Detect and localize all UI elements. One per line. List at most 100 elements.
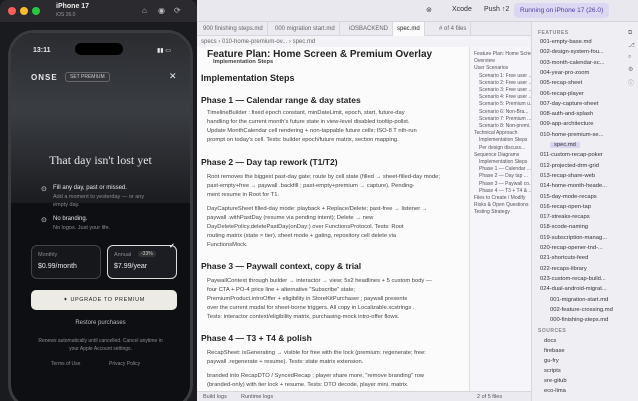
sidebar-item[interactable]: 005-recap-sheet (540, 80, 582, 86)
build-logs-button[interactable]: Build logs (203, 392, 227, 401)
home-icon[interactable]: ⌂ (142, 6, 147, 15)
outline-item[interactable]: Files to Create / Modify (474, 195, 525, 201)
outline-item[interactable]: Phase 3 — Paywall co... (479, 181, 531, 187)
source-folder[interactable]: gu-fry (544, 358, 559, 364)
simulator-window: iPhone 17 iOS 26.0 ⌂ ◉ ⟳ 13:11 ▮▮ ▭ ONSE… (0, 0, 197, 401)
xcode-button[interactable]: Xcode (452, 6, 472, 13)
sidebar-item[interactable]: 013-recap-share-web (540, 173, 595, 179)
close-icon[interactable]: ✕ (169, 71, 177, 82)
plan-monthly[interactable]: Monthly $0.99/month (31, 245, 101, 279)
zoom-icon[interactable] (32, 7, 40, 15)
sidebar-item[interactable]: 011-custom-recap-poker (540, 152, 603, 158)
sidebar-item[interactable]: 002-design-system-fou... (540, 49, 604, 55)
editor-tabs: 900 finishing steps.md 000 migration sta… (197, 22, 531, 36)
plan-annual[interactable]: Annual -33% $7.99/year ✔ (107, 243, 177, 279)
sidebar-item[interactable]: 020-recap-opener-tnd-... (540, 245, 603, 251)
outline-item[interactable]: Scenario 3: Free user ... (479, 87, 531, 93)
sidebar-item[interactable]: 008-auth-and-splash (540, 111, 593, 117)
sidebar-item[interactable]: 023-custom-recap-build... (540, 276, 606, 282)
outline-item[interactable]: Risks & Open Questions (474, 202, 528, 208)
restore-link[interactable]: Restore purchases (11, 320, 190, 326)
sidebar-item[interactable]: 016-recap-open-tap (540, 204, 591, 210)
outline-item[interactable]: Implementation Steps (479, 137, 527, 143)
markdown-editor[interactable]: Feature Plan: Home Screen & Premium Over… (197, 47, 469, 391)
phase1-line: TimelineBuilder : fixed epoch constant, … (207, 110, 405, 116)
sidebar-item[interactable]: 004-year-pro-zoom (540, 70, 589, 76)
rotate-icon[interactable]: ⟳ (174, 6, 181, 15)
github-icon: ⊚ (426, 7, 432, 14)
git-icon[interactable]: ⎇ (628, 42, 637, 49)
sidebar-item[interactable]: 010-home-premium-se... (540, 132, 603, 138)
source-folder[interactable]: sre-gitub (544, 378, 567, 384)
outline-item[interactable]: Scenario 8: Non-premi... (479, 123, 531, 129)
screenshot-icon[interactable]: ◉ (158, 6, 165, 15)
outline-item[interactable]: Implementation Steps (479, 159, 527, 165)
outline-item[interactable]: Scenario 2: Free user ... (479, 80, 531, 86)
sidebar-item[interactable]: 018-xcode-naming (540, 224, 588, 230)
search-icon[interactable]: ⌕ (628, 54, 637, 61)
sidebar-item[interactable]: 006-recap-player (540, 91, 584, 97)
outline-item[interactable]: Phase 2 — Day tap ... (479, 173, 528, 179)
tab-0[interactable]: 900 finishing steps.md (199, 22, 268, 36)
close-icon[interactable] (8, 7, 16, 15)
source-folder[interactable]: scripts (544, 368, 561, 374)
outline-item[interactable]: Phase 4 — T3 + T4 & ... (479, 188, 531, 194)
feature-title: Fill any day, past or missed. (53, 185, 127, 191)
privacy-link[interactable]: Privacy Policy (109, 361, 140, 367)
outline-item[interactable]: Scenario 4: Free user ... (479, 94, 531, 100)
app-logo: ONSE (31, 73, 58, 82)
sidebar-item[interactable]: 019-subscription-manag... (540, 235, 607, 241)
outline-item[interactable]: Scenario 1: Free user ... (479, 73, 531, 79)
tab-1[interactable]: 000 migration start.md (271, 22, 340, 36)
outline-item[interactable]: Scenario 6: Non-Bra... (479, 109, 528, 115)
iphone-screen[interactable]: 13:11 ▮▮ ▭ ONSE SET PREMIUM ✕ That day i… (8, 30, 193, 401)
sidebar-item[interactable]: 024-dual-android-migrat... (540, 286, 607, 292)
outline-item[interactable]: Scenario 5: Premium u... (479, 101, 531, 107)
outline-item[interactable]: User Scenarios (474, 65, 508, 71)
outline-item[interactable]: Technical Approach (474, 130, 517, 136)
copy-icon[interactable]: ⧉ (628, 30, 637, 37)
sidebar-section-sources: SOURCES (538, 328, 567, 334)
outline-item[interactable]: Scenario 7: Premium ... (479, 116, 531, 122)
phase3-heading: Phase 3 — Paywall context, copy & trial (201, 261, 362, 271)
sidebar-item[interactable]: 001-migration-start.md (550, 297, 608, 303)
source-folder[interactable]: docs (544, 338, 556, 344)
tab-active[interactable]: spec.md (393, 22, 425, 36)
runtime-logs-button[interactable]: Runtime logs (241, 392, 273, 401)
sidebar-item[interactable]: 014-home-month-heade... (540, 183, 607, 189)
outline-item[interactable]: Feature Plan: Home Scree... (474, 51, 531, 57)
source-folder[interactable]: firebase (544, 348, 565, 354)
sidebar-item[interactable]: 021-shortcuts-feed (540, 255, 588, 261)
upgrade-button[interactable]: ✦ UPGRADE TO PREMIUM (31, 290, 177, 310)
outline-item[interactable]: Sequence Diagrams (474, 152, 519, 158)
sidebar-item[interactable]: 009-app-architecture (540, 121, 594, 127)
push-button[interactable]: Push ↑2 (484, 6, 509, 13)
source-folder[interactable]: eco-lima (544, 388, 566, 394)
sidebar-item[interactable]: 015-day-mode-recaps (540, 194, 597, 200)
sidebar-item[interactable]: 017-streaks-recaps (540, 214, 590, 220)
tab-2[interactable]: iOSBACKEND (345, 22, 394, 36)
outline-item[interactable]: Per design discuss... (479, 145, 525, 151)
phase1-heading: Phase 1 — Calendar range & day states (201, 95, 361, 105)
phase2-line: routing matrix (state × tier), sheet mod… (207, 233, 397, 239)
sidebar-item[interactable]: 007-day-capture-sheet (540, 101, 598, 107)
info-icon[interactable]: ⓘ (628, 78, 637, 87)
terms-link[interactable]: Terms of Use (51, 361, 80, 367)
minimize-icon[interactable] (20, 7, 28, 15)
sidebar-item[interactable]: 022-recaps-library (540, 266, 587, 272)
run-status[interactable]: Running on iPhone 17 (26.0) (514, 3, 610, 18)
phase2-line: DayCaptureSheet filled-day mode: playbac… (207, 206, 428, 212)
sidebar-item[interactable]: 000-finishing-steps.md (550, 317, 608, 323)
sidebar-item[interactable]: 002-feature-crossing.md (550, 307, 613, 313)
phase1-line: prompt on today's cell. Tests: builder e… (207, 137, 399, 143)
sidebar-item[interactable]: 001-empty-base.md (540, 39, 592, 45)
outline-item[interactable]: Overview (474, 58, 495, 64)
sidebar-item[interactable]: 003-month-calendar-sc... (540, 60, 604, 66)
legal-text: Renews automatically until cancelled. Ca… (38, 338, 163, 344)
sidebar-item[interactable]: 012-projected-drm-grid (540, 163, 599, 169)
tab-4[interactable]: # of 4 files (435, 22, 472, 36)
outline-item[interactable]: Testing Strategy (474, 209, 510, 215)
gear-icon[interactable]: ⚙ (628, 66, 637, 73)
sidebar-item[interactable]: spec.md (550, 142, 580, 148)
outline-item[interactable]: Phase 1 — Calendar ... (479, 166, 531, 172)
